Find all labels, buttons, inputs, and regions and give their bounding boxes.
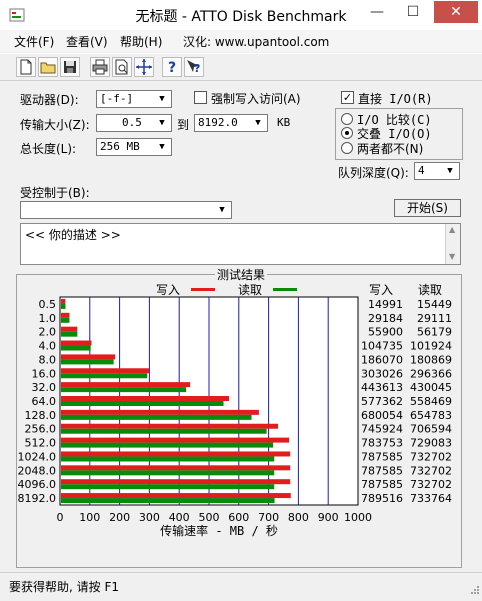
x-tick-label: 300 bbox=[139, 511, 160, 524]
read-bar bbox=[61, 317, 70, 323]
category-label: 1.0 bbox=[39, 312, 57, 325]
x-tick-label: 200 bbox=[109, 511, 130, 524]
category-label: 8.0 bbox=[39, 353, 57, 366]
write-bar bbox=[61, 451, 291, 457]
x-tick-label: 400 bbox=[169, 511, 190, 524]
read-value: 296366 bbox=[410, 367, 452, 380]
write-bar bbox=[61, 354, 116, 360]
write-value: 104735 bbox=[361, 340, 403, 353]
read-bar bbox=[61, 442, 274, 448]
read-bar bbox=[61, 470, 275, 476]
write-bar bbox=[61, 368, 150, 374]
read-value: 729083 bbox=[410, 437, 452, 450]
read-value: 180869 bbox=[410, 353, 452, 366]
category-label: 64.0 bbox=[32, 395, 57, 408]
write-bar bbox=[61, 326, 78, 332]
x-tick-label: 100 bbox=[79, 511, 100, 524]
read-bar bbox=[61, 401, 224, 406]
read-bar bbox=[61, 387, 187, 393]
write-bar bbox=[61, 423, 279, 429]
read-value: 15449 bbox=[417, 298, 452, 311]
read-bar bbox=[61, 359, 114, 365]
x-tick-label: 1000 bbox=[344, 511, 372, 524]
category-label: 8192.0 bbox=[18, 492, 57, 505]
category-label: 512.0 bbox=[25, 437, 57, 450]
read-value: 101924 bbox=[410, 340, 452, 353]
write-value: 186070 bbox=[361, 353, 403, 366]
read-bar bbox=[61, 373, 148, 379]
read-bar bbox=[61, 345, 91, 351]
category-label: 32.0 bbox=[32, 381, 57, 394]
status-text: 要获得帮助, 请按 F1 bbox=[9, 580, 119, 594]
write-bar bbox=[61, 493, 291, 499]
read-bar bbox=[61, 456, 275, 462]
write-bar bbox=[61, 409, 259, 415]
read-value: 733764 bbox=[410, 492, 452, 505]
write-bar bbox=[61, 312, 70, 318]
write-value: 577362 bbox=[361, 395, 403, 408]
x-tick-label: 600 bbox=[228, 511, 249, 524]
category-label: 2048.0 bbox=[18, 464, 57, 477]
resize-grip-icon[interactable] bbox=[468, 585, 480, 597]
write-bar bbox=[61, 479, 291, 485]
status-bar: 要获得帮助, 请按 F1 bbox=[0, 572, 482, 601]
write-bar bbox=[61, 298, 66, 304]
write-value: 443613 bbox=[361, 381, 403, 394]
read-bar bbox=[61, 484, 275, 490]
write-value: 303026 bbox=[361, 367, 403, 380]
read-value: 732702 bbox=[410, 450, 452, 463]
write-value: 783753 bbox=[361, 437, 403, 450]
category-label: 4096.0 bbox=[18, 478, 57, 491]
category-label: 2.0 bbox=[39, 326, 57, 339]
write-bar bbox=[61, 382, 191, 388]
read-value: 732702 bbox=[410, 464, 452, 477]
write-value: 55900 bbox=[368, 326, 403, 339]
read-value: 654783 bbox=[410, 409, 452, 422]
write-bar bbox=[61, 465, 291, 471]
write-bar bbox=[61, 340, 92, 346]
read-value: 56179 bbox=[417, 326, 452, 339]
category-label: 4.0 bbox=[39, 340, 57, 353]
read-bar bbox=[61, 414, 252, 420]
write-value: 787585 bbox=[361, 478, 403, 491]
category-label: 16.0 bbox=[32, 367, 57, 380]
write-value: 745924 bbox=[361, 423, 403, 436]
read-value: 558469 bbox=[410, 395, 452, 408]
write-bar bbox=[61, 437, 290, 443]
write-value: 29184 bbox=[368, 312, 403, 325]
read-bar bbox=[61, 428, 267, 434]
x-tick-label: 700 bbox=[258, 511, 279, 524]
x-tick-label: 0 bbox=[57, 511, 64, 524]
write-value: 787585 bbox=[361, 464, 403, 477]
x-tick-label: 500 bbox=[199, 511, 220, 524]
read-value: 430045 bbox=[410, 381, 452, 394]
category-label: 128.0 bbox=[25, 409, 57, 422]
read-value: 29111 bbox=[417, 312, 452, 325]
category-label: 256.0 bbox=[25, 423, 57, 436]
read-bar bbox=[61, 498, 275, 504]
read-value: 732702 bbox=[410, 478, 452, 491]
write-bar bbox=[61, 396, 230, 401]
write-value: 14991 bbox=[368, 298, 403, 311]
category-label: 0.5 bbox=[39, 298, 57, 311]
category-label: 1024.0 bbox=[18, 450, 57, 463]
write-value: 789516 bbox=[361, 492, 403, 505]
x-tick-label: 800 bbox=[288, 511, 309, 524]
read-bar bbox=[61, 331, 78, 337]
write-value: 680054 bbox=[361, 409, 403, 422]
read-value: 706594 bbox=[410, 423, 452, 436]
read-bar bbox=[61, 303, 66, 309]
x-tick-label: 900 bbox=[318, 511, 339, 524]
write-value: 787585 bbox=[361, 450, 403, 463]
x-axis-label: 传输速率 - MB / 秒 bbox=[160, 523, 278, 538]
transfer-rate-chart: 0 100 200 300 400 500 600 700 800 900 1000 传输速率 - M… bbox=[18, 296, 452, 538]
